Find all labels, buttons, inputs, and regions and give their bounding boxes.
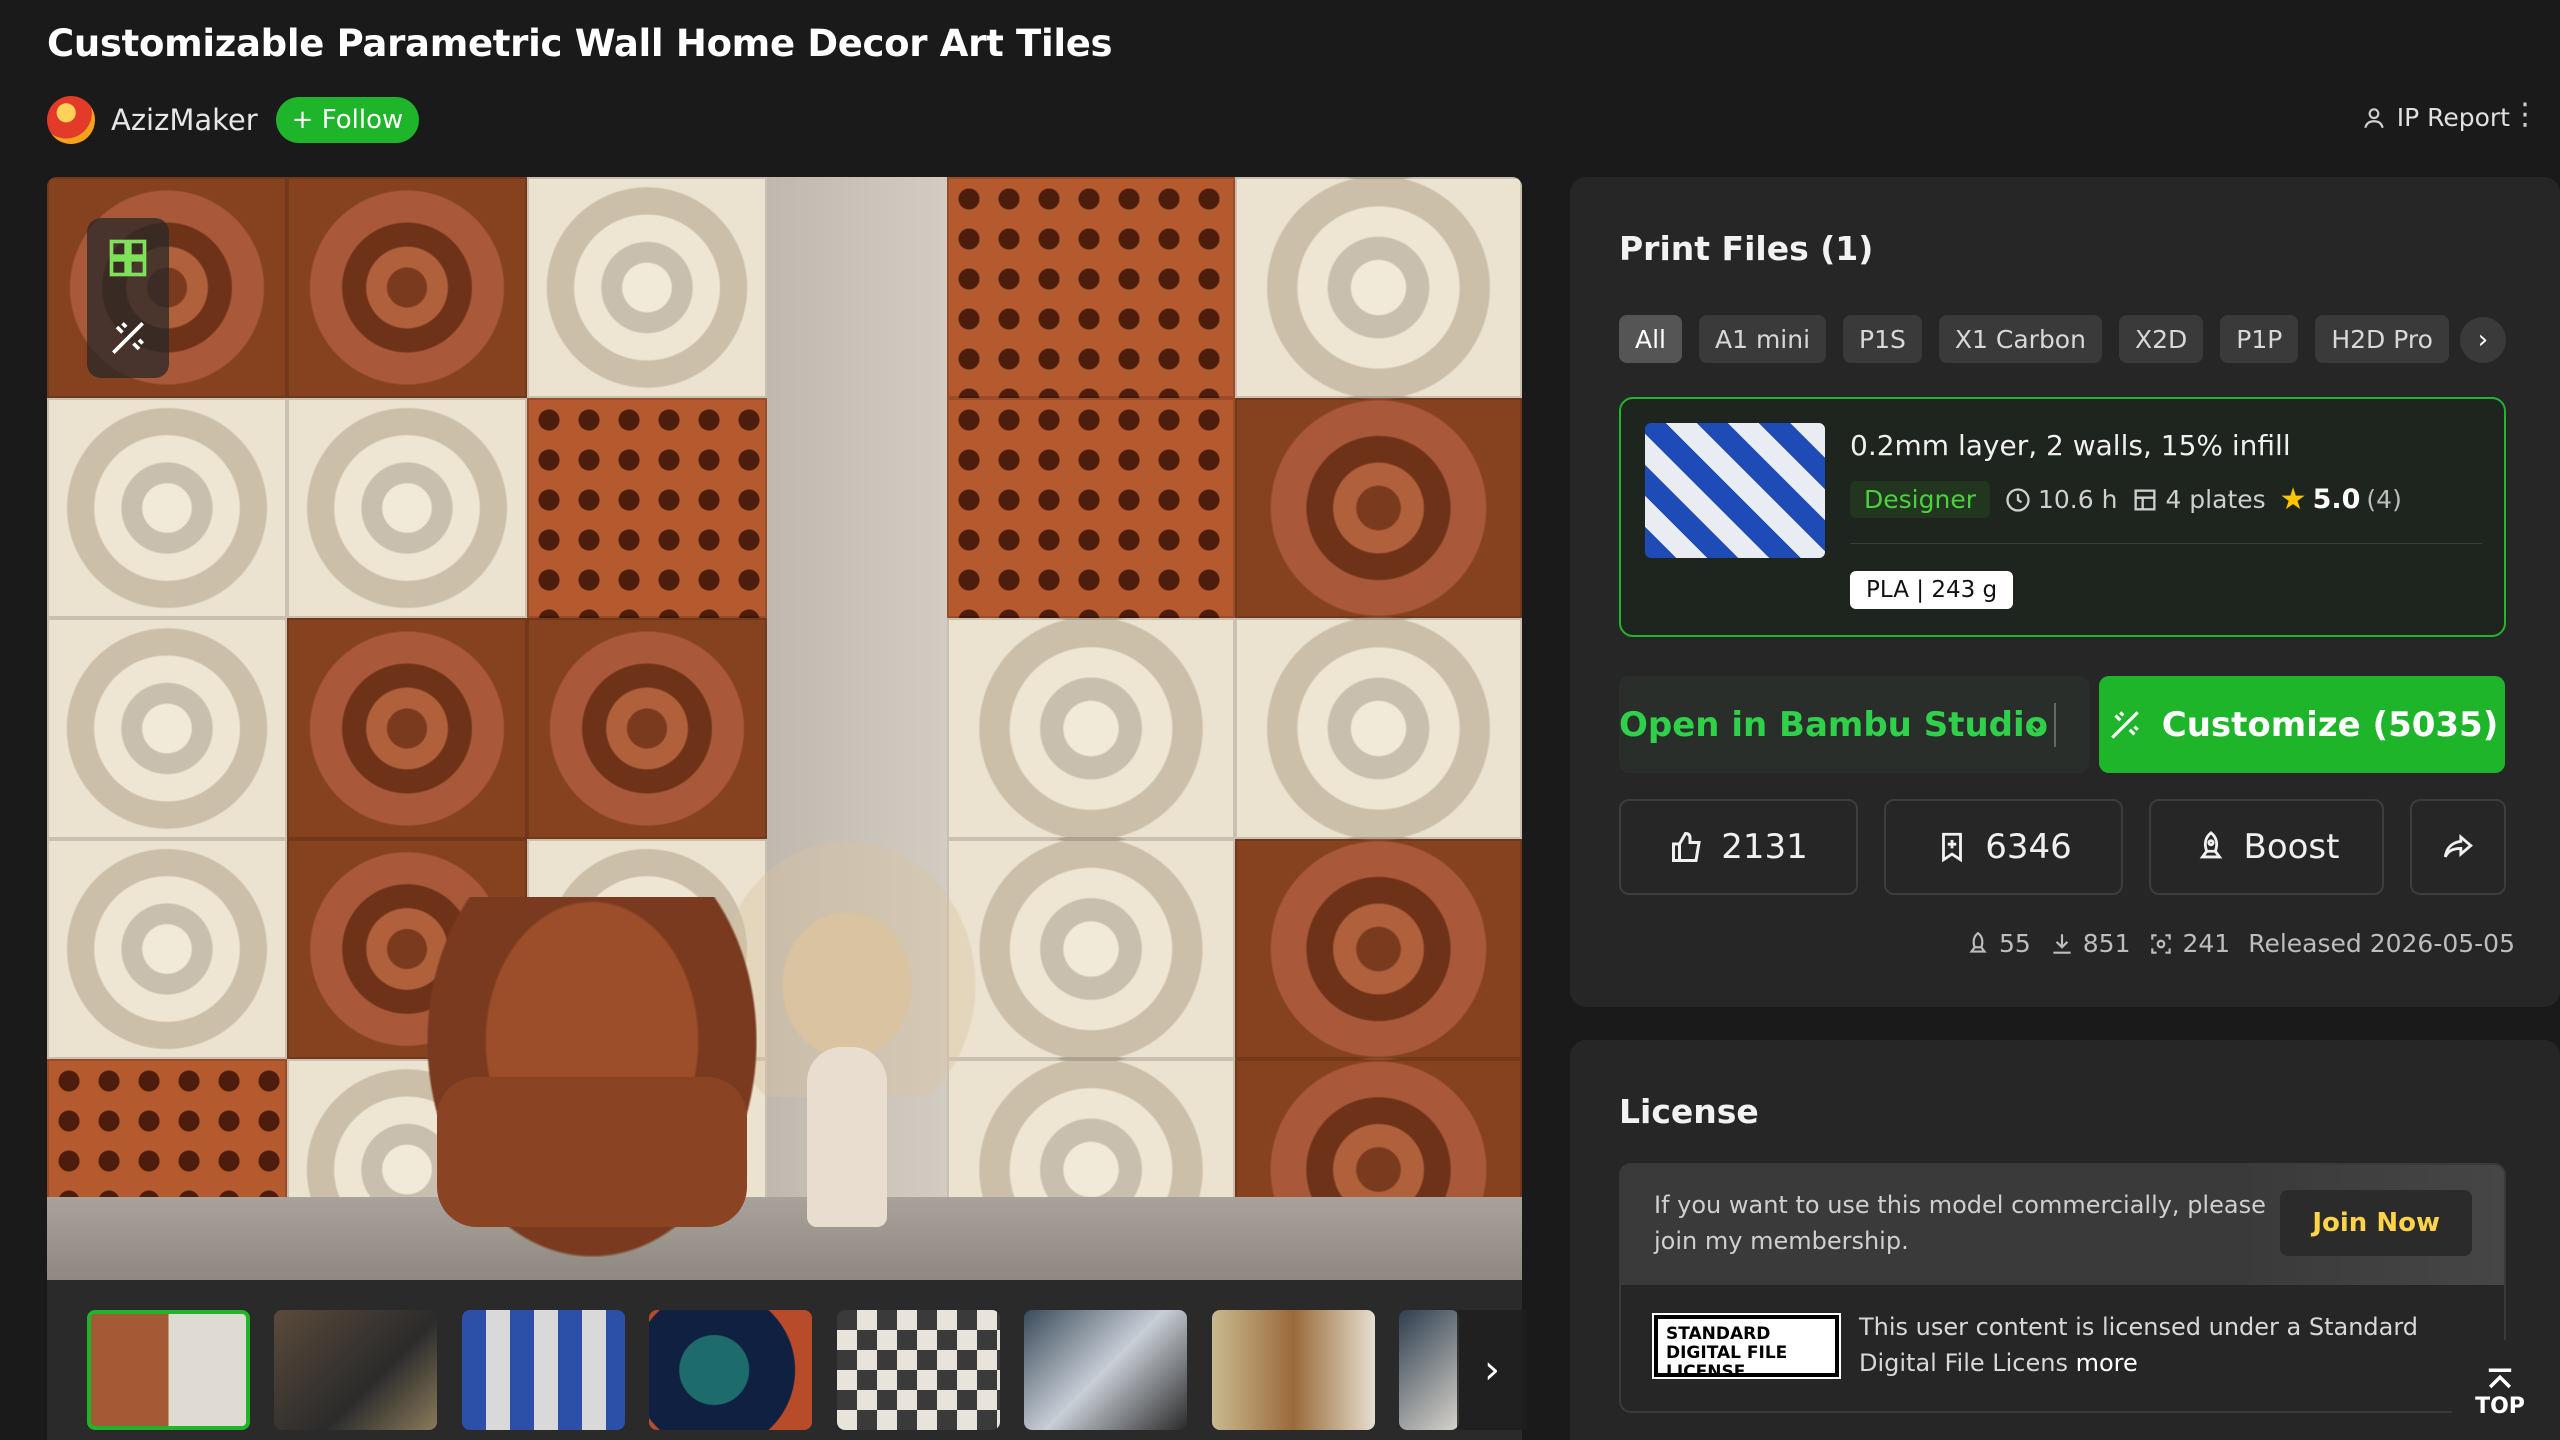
designer-badge: Designer (1850, 481, 1990, 518)
back-to-top-button[interactable]: TOP (2448, 1340, 2552, 1440)
license-description: This user content is licensed under a St… (1859, 1313, 2419, 1377)
filter-chip-all[interactable]: All (1619, 315, 1682, 363)
divider (2054, 702, 2057, 747)
boost-count: 55 (1965, 929, 2031, 958)
print-files-title: Print Files (1) (1619, 229, 1874, 268)
license-more-link[interactable]: more (2076, 1349, 2138, 1377)
divider (1850, 543, 2482, 544)
main-model-image[interactable] (47, 177, 1522, 1280)
avatar[interactable] (47, 96, 95, 144)
author-row: AzizMaker + Follow (47, 96, 420, 144)
license-panel: License If you want to use this model co… (1570, 1040, 2560, 1440)
print-icon (2151, 933, 2172, 954)
customize-icon (2110, 710, 2139, 739)
gallery-thumbnail[interactable] (274, 1310, 437, 1430)
floor (47, 1197, 1522, 1280)
customize-label: Customize (5035) (2161, 704, 2499, 745)
filter-chip[interactable]: A1 mini (1699, 315, 1827, 363)
license-badge: STANDARD DIGITAL FILE LICENSE (1652, 1313, 1841, 1382)
boost-button[interactable]: Boost (2149, 799, 2384, 895)
print-profile-card[interactable]: 0.2mm layer, 2 walls, 15% infill Designe… (1619, 397, 2506, 637)
profile-thumbnail (1645, 423, 1825, 558)
vase (807, 1047, 887, 1227)
page-title: Customizable Parametric Wall Home Decor … (47, 22, 1113, 65)
clock-icon (2006, 487, 2030, 512)
license-info: STANDARD DIGITAL FILE LICENSE This user … (1621, 1285, 2504, 1411)
more-options-icon[interactable]: ⋮ (2510, 100, 2540, 130)
gallery-thumbnail[interactable] (462, 1310, 625, 1430)
printer-filter-chips: All A1 mini P1S X1 Carbon X2D P1P H2D Pr… (1619, 315, 2449, 363)
customize-button[interactable]: Customize (5035) (2099, 676, 2505, 773)
thumbs-up-icon (1672, 831, 1702, 862)
plate-icon (2134, 489, 2156, 510)
star-icon: ★ (2279, 482, 2307, 517)
gallery-thumbnail[interactable] (1399, 1310, 1459, 1430)
armchair-seat (437, 1077, 747, 1227)
model-view-icon[interactable] (106, 236, 150, 280)
share-button[interactable] (2410, 799, 2506, 895)
material-tag: PLA | 243 g (1850, 571, 2014, 609)
follow-button[interactable]: + Follow (275, 97, 420, 143)
print-time: 10.6 h (2004, 485, 2117, 514)
filter-chip[interactable]: P1S (1843, 315, 1922, 363)
membership-text: If you want to use this model commercial… (1654, 1191, 2266, 1255)
profile-name: 0.2mm layer, 2 walls, 15% infill (1850, 429, 2291, 462)
chevron-right-icon[interactable]: › (2460, 317, 2506, 363)
rocket-icon (1969, 931, 1987, 953)
filter-chip[interactable]: X2D (2118, 315, 2204, 363)
like-button[interactable]: 2131 (1619, 799, 1858, 895)
gallery-thumbnail[interactable] (87, 1310, 250, 1430)
license-box: If you want to use this model commercial… (1619, 1163, 2506, 1413)
gallery-thumbnail[interactable] (1212, 1310, 1375, 1430)
open-label: Open in Bambu Studio (1619, 704, 2049, 745)
profile-rating: ★ 5.0 (4) (2279, 482, 2402, 517)
report-icon (2364, 107, 2384, 128)
image-toolbar (87, 218, 169, 378)
gallery-thumbnail[interactable] (837, 1310, 1000, 1430)
filter-chip[interactable]: P1P (2220, 315, 2299, 363)
chevron-right-icon[interactable]: › (1457, 1310, 1527, 1430)
share-icon (2443, 834, 2473, 858)
stats-row: 55 851 241 Released 2026-05-05 (1965, 929, 2515, 958)
download-count: 851 (2049, 929, 2130, 958)
tile-wall-right (947, 177, 1522, 1280)
license-title: License (1619, 1092, 1759, 1131)
gallery-thumbnail[interactable] (1024, 1310, 1187, 1430)
print-count: 241 (2148, 929, 2230, 958)
join-now-button[interactable]: Join Now (2280, 1190, 2472, 1256)
ip-report-link[interactable]: IP Report (2361, 103, 2510, 132)
plate-count: 4 plates (2131, 485, 2266, 514)
open-in-bambu-studio-button[interactable]: Open in Bambu Studio ⌄ (1619, 676, 2089, 773)
membership-banner: If you want to use this model commercial… (1621, 1165, 2504, 1285)
ip-report-label: IP Report (2396, 103, 2510, 132)
release-date: Released 2026-05-05 (2248, 929, 2515, 958)
customize-tool-icon[interactable] (106, 316, 150, 360)
action-row: 2131 6346 Boost (1619, 799, 2506, 895)
gallery-thumbnail[interactable] (649, 1310, 812, 1430)
bookmark-icon (1942, 832, 1963, 863)
collect-button[interactable]: 6346 (1884, 799, 2123, 895)
chevron-down-icon[interactable]: ⌄ (2026, 706, 2049, 739)
filter-chip[interactable]: X1 Carbon (1938, 315, 2102, 363)
author-name[interactable]: AzizMaker (111, 103, 258, 137)
thumbnail-strip: › (47, 1280, 1527, 1440)
rocket-icon (2199, 831, 2222, 859)
chevron-up-icon (2488, 1367, 2512, 1388)
print-files-panel: Print Files (1) All A1 mini P1S X1 Carbo… (1570, 177, 2560, 1007)
download-icon (2053, 933, 2071, 954)
filter-chip[interactable]: H2D Pro (2315, 315, 2449, 363)
profile-meta: Designer 10.6 h 4 plates ★ 5.0 (4) (1850, 481, 2402, 518)
